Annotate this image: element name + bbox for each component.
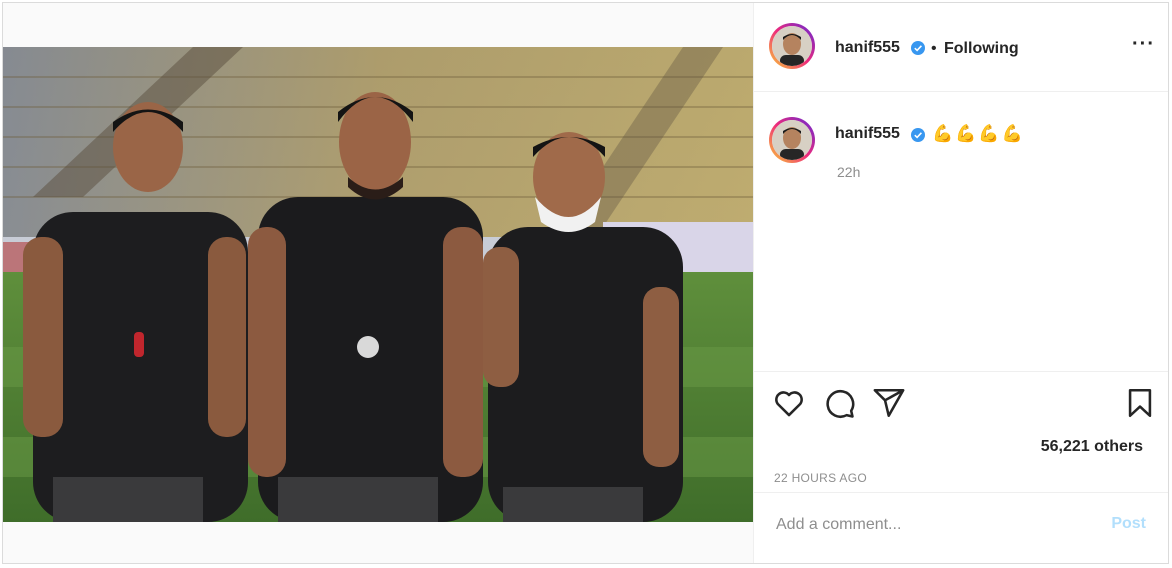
verified-badge-icon (911, 128, 925, 142)
author-avatar-ring[interactable] (769, 23, 815, 69)
likes-count[interactable]: 56,221 others (1041, 438, 1143, 456)
more-options-icon[interactable]: ··· (1132, 33, 1155, 56)
action-bar: 56,221 others 22 HOURS AGO (754, 371, 1168, 497)
avatar (772, 26, 812, 66)
post-dialog: hanif555 • Following ··· hanif555 💪💪💪💪 2… (2, 2, 1169, 564)
share-icon[interactable] (872, 386, 906, 420)
comment-icon[interactable] (822, 386, 856, 420)
verified-badge-icon (911, 41, 925, 55)
comment-section: Post (754, 492, 1168, 563)
caption-text: 💪💪💪💪 (932, 124, 1025, 143)
side-panel: hanif555 • Following ··· hanif555 💪💪💪💪 2… (754, 3, 1168, 563)
following-button[interactable]: Following (944, 40, 1019, 58)
author-username[interactable]: hanif555 (835, 39, 900, 57)
bookmark-icon[interactable] (1123, 386, 1157, 420)
separator-dot: • (931, 40, 937, 57)
avatar (772, 120, 812, 160)
post-photo[interactable] (3, 47, 753, 522)
caption-username[interactable]: hanif555 (835, 125, 900, 143)
post-header: hanif555 • Following ··· (754, 3, 1168, 92)
heart-icon[interactable] (772, 386, 806, 420)
post-timestamp[interactable]: 22 HOURS AGO (774, 471, 867, 485)
caption-time[interactable]: 22h (837, 164, 860, 180)
caption-avatar-ring[interactable] (769, 117, 815, 163)
media-column (3, 3, 754, 563)
comment-input[interactable] (774, 515, 1098, 535)
post-comment-button[interactable]: Post (1111, 515, 1146, 533)
